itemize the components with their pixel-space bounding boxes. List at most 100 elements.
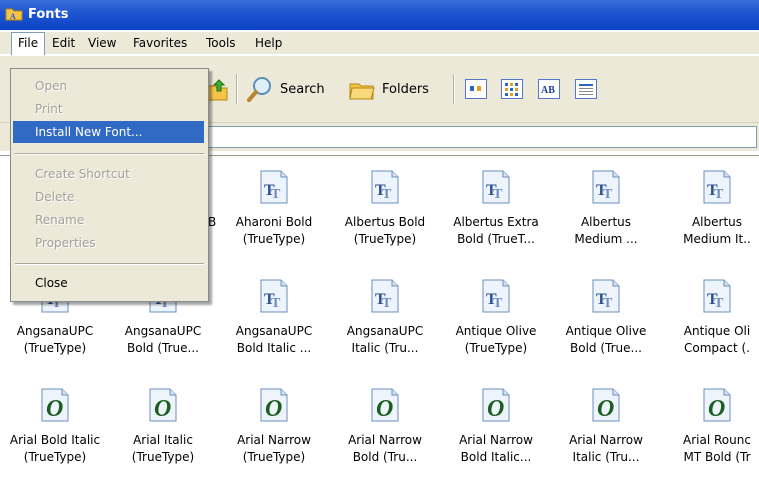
- font-label-line1: AngsanaUPC: [235, 324, 313, 338]
- font-label: Antique Oli Compact (.: [662, 323, 759, 357]
- font-label-line2: Bold Italic ...: [236, 341, 312, 355]
- menu-item-open[interactable]: Open: [13, 75, 204, 97]
- font-label: AngsanaUPC Bold Italic ...: [219, 323, 329, 357]
- font-label-line1: Albertus: [691, 215, 743, 229]
- svg-text:T: T: [493, 187, 503, 202]
- font-label: AngsanaUPC (TrueType): [0, 323, 110, 357]
- opentype-font-icon: O: [703, 388, 731, 422]
- folders-label: Folders: [382, 81, 429, 97]
- svg-text:O: O: [487, 396, 504, 422]
- font-label-line1: Arial Italic: [133, 433, 193, 447]
- svg-text:AB: AB: [541, 85, 555, 96]
- font-label: Albertus Extra Bold (TrueT...: [441, 214, 551, 248]
- truetype-font-icon: TT: [371, 279, 399, 313]
- font-label-line2: Bold (True...: [127, 341, 199, 355]
- menu-bar: File Edit View Favorites Tools Help: [0, 32, 759, 56]
- font-label-line1: AngsanaUPC: [124, 324, 202, 338]
- font-label-line1: Arial Narrow: [348, 433, 422, 447]
- svg-text:T: T: [603, 296, 613, 311]
- font-label-line2: Bold (True...: [570, 341, 642, 355]
- font-label-line1: Antique Olive: [455, 324, 537, 338]
- font-label-line1: Arial Narrow: [459, 433, 533, 447]
- font-label-line1: Antique Oli: [683, 324, 751, 338]
- font-label: Albertus Medium It..: [662, 214, 759, 248]
- font-label-line2: Medium ...: [574, 232, 638, 246]
- font-label-line1: Arial Rounc: [683, 433, 751, 447]
- svg-text:T: T: [714, 187, 724, 202]
- menu-separator: [15, 263, 204, 265]
- large-icons-icon: [470, 86, 481, 91]
- menu-item-rename[interactable]: Rename: [13, 209, 204, 231]
- menu-tools[interactable]: Tools: [200, 32, 242, 54]
- search-icon: [247, 77, 271, 102]
- menu-item-delete[interactable]: Delete: [13, 186, 204, 208]
- menu-favorites[interactable]: Favorites: [127, 32, 193, 54]
- font-label: Arial Narrow Bold (Tru...: [330, 432, 440, 466]
- folders-button[interactable]: Folders: [348, 72, 429, 106]
- font-label-line1: AngsanaUPC: [346, 324, 424, 338]
- font-label-line2: Compact (.: [684, 341, 750, 355]
- truetype-font-icon: TT: [371, 170, 399, 204]
- opentype-font-icon: O: [371, 388, 399, 422]
- font-label: Antique Olive (TrueType): [441, 323, 551, 357]
- truetype-font-icon: TT: [482, 279, 510, 313]
- large-icons-view-button[interactable]: [465, 79, 487, 99]
- font-label: Antique Olive Bold (True...: [551, 323, 661, 357]
- folders-icon: [349, 83, 375, 100]
- menu-view[interactable]: View: [82, 32, 122, 54]
- title-bar: A Fonts: [0, 0, 759, 30]
- menu-item-print[interactable]: Print: [13, 98, 204, 120]
- svg-text:O: O: [154, 396, 171, 422]
- svg-text:O: O: [597, 396, 614, 422]
- font-label-line1: Aharoni Bold: [235, 215, 313, 229]
- font-label: Albertus Bold (TrueType): [330, 214, 440, 248]
- menu-edit[interactable]: Edit: [46, 32, 81, 54]
- window-title: Fonts: [28, 7, 69, 22]
- truetype-font-icon: TT: [592, 170, 620, 204]
- font-label-line1: Albertus: [580, 215, 632, 229]
- svg-text:T: T: [493, 296, 503, 311]
- svg-text:T: T: [271, 296, 281, 311]
- font-label-line2: (TrueType): [131, 450, 195, 464]
- font-label: Arial Narrow Italic (Tru...: [551, 432, 661, 466]
- file-menu: Open Print Install New Font... Create Sh…: [10, 68, 209, 302]
- svg-text:T: T: [382, 187, 392, 202]
- font-label-line1: Albertus Extra: [453, 215, 539, 229]
- opentype-font-icon: O: [149, 388, 177, 422]
- menu-help[interactable]: Help: [249, 32, 288, 54]
- details-view-button[interactable]: [575, 79, 597, 99]
- font-label-line1: AngsanaUPC: [16, 324, 94, 338]
- font-label: Albertus Medium ...: [551, 214, 661, 248]
- grid-icon: [505, 83, 518, 96]
- folder-icon: A: [5, 8, 23, 21]
- font-label-line2: (TrueType): [242, 232, 306, 246]
- font-label-line2: Bold (Tru...: [352, 450, 418, 464]
- font-label-line2: Medium It..: [683, 232, 751, 246]
- menu-item-install-new-font[interactable]: Install New Font...: [13, 121, 204, 143]
- menu-item-close[interactable]: Close: [13, 272, 204, 294]
- menu-file[interactable]: File: [11, 32, 46, 56]
- truetype-font-icon: TT: [482, 170, 510, 204]
- font-label-line2: MT Bold (Tr: [683, 450, 751, 464]
- svg-text:O: O: [708, 396, 725, 422]
- font-label: Aharoni Bold (TrueType): [219, 214, 329, 248]
- similarity-view-button[interactable]: AB: [538, 79, 560, 99]
- svg-text:O: O: [376, 396, 393, 422]
- menu-item-create-shortcut[interactable]: Create Shortcut: [13, 163, 204, 185]
- menu-item-properties[interactable]: Properties: [13, 232, 204, 254]
- truetype-font-icon: TT: [260, 279, 288, 313]
- truetype-font-icon: TT: [703, 279, 731, 313]
- font-label: AngsanaUPC Bold (True...: [108, 323, 218, 357]
- search-button[interactable]: Search: [246, 72, 325, 106]
- svg-text:O: O: [46, 396, 63, 422]
- list-view-button[interactable]: [501, 79, 523, 99]
- opentype-font-icon: O: [260, 388, 288, 422]
- opentype-font-icon: O: [592, 388, 620, 422]
- font-label-line2: Bold Italic...: [460, 450, 532, 464]
- font-label-line2: (TrueType): [23, 341, 87, 355]
- svg-text:T: T: [714, 296, 724, 311]
- font-label-line2: (TrueType): [353, 232, 417, 246]
- font-label: Arial Italic (TrueType): [108, 432, 218, 466]
- address-field[interactable]: [205, 126, 757, 148]
- opentype-font-icon: O: [41, 388, 69, 422]
